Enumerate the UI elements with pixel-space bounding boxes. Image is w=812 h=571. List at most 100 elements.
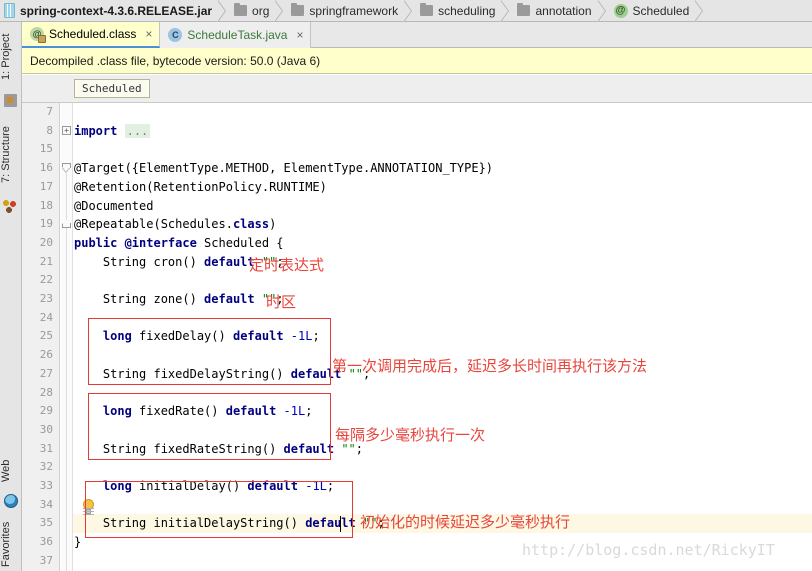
code-line: } — [74, 535, 82, 550]
code-text-area[interactable]: import ... @Target({ElementType.METHOD, … — [74, 103, 812, 571]
line-number: 22 — [39, 273, 53, 287]
folder-icon — [420, 3, 434, 16]
breadcrumb-label: spring-context-4.3.6.RELEASE.jar — [20, 3, 213, 18]
line-number: 20 — [39, 235, 53, 249]
sidebar-item-project[interactable]: 1: Project — [0, 26, 22, 88]
annotation-icon: @ — [613, 3, 628, 18]
breadcrumb-separator-icon — [596, 0, 608, 22]
code-line: long initialDelay() default -1L; — [102, 479, 335, 493]
folder-icon — [517, 3, 531, 16]
code-line: @Repeatable(Schedules.class) — [74, 217, 277, 232]
web-icon[interactable] — [4, 494, 18, 508]
fold-region-line — [66, 172, 67, 220]
folder-icon — [291, 3, 305, 16]
tab-scheduled-class[interactable]: @ Scheduled.class × — [22, 22, 161, 48]
code-line: import ... — [74, 123, 151, 138]
fold-end-icon[interactable] — [62, 219, 71, 228]
breadcrumb-separator-icon — [499, 0, 511, 22]
sidebar-item-favorites[interactable]: Favorites — [0, 514, 22, 571]
code-line: @Target({ElementType.METHOD, ElementType… — [74, 161, 494, 176]
line-number: 19 — [39, 217, 53, 231]
fixed-rate-note: 每隔多少毫秒执行一次 — [335, 426, 486, 444]
line-number: 26 — [39, 348, 53, 362]
watermark-text: http://blog.csdn.net/RickyIT — [522, 541, 775, 559]
close-icon[interactable]: × — [296, 28, 303, 42]
breadcrumb-label: scheduling — [438, 3, 496, 18]
folder-icon — [234, 3, 248, 16]
fixed-delay-note: 第一次调用完成后，延迟多长时间再执行该方法 — [332, 357, 648, 375]
breadcrumb-item-scheduling[interactable]: scheduling — [416, 0, 513, 22]
line-number: 37 — [39, 553, 53, 567]
breadcrumb-item-org[interactable]: org — [230, 0, 287, 22]
editor-breadcrumb-row: Scheduled — [22, 75, 812, 103]
editor-tab-bar: @ Scheduled.class × C ScheduleTask.java … — [22, 22, 812, 48]
breadcrumb-separator-icon — [693, 0, 705, 22]
code-line: long fixedDelay() default -1L; — [102, 329, 320, 344]
breadcrumb-label: Scheduled — [632, 3, 690, 18]
cron-note: 定时表达式 — [249, 256, 325, 274]
line-number: 16 — [39, 161, 53, 175]
gutter-marks-icon — [83, 508, 94, 515]
breadcrumb-item-scheduled[interactable]: @ Scheduled — [610, 0, 708, 22]
code-line: public @interface Scheduled { — [74, 235, 284, 250]
decompiled-notification-bar: Decompiled .class file, bytecode version… — [22, 48, 812, 74]
code-line: String fixedRateString() default ""; — [74, 441, 364, 456]
line-number: 8 — [46, 123, 53, 137]
line-number: 34 — [39, 497, 53, 511]
line-number: 28 — [39, 385, 53, 399]
left-tool-strip: 1: Project 7: Structure Web Favorites — [0, 22, 22, 571]
line-number: 35 — [39, 516, 53, 530]
breadcrumb-separator-icon — [216, 0, 228, 22]
line-number: 29 — [39, 404, 53, 418]
line-number: 33 — [39, 479, 53, 492]
code-folding-strip[interactable]: + — [61, 103, 73, 571]
fold-expand-icon[interactable]: + — [62, 126, 71, 135]
breadcrumb-label: org — [252, 3, 270, 18]
code-line: String initialDelayString() default ""; — [74, 516, 385, 531]
tab-label: ScheduleTask.java — [187, 28, 288, 42]
line-number: 30 — [39, 422, 53, 436]
breadcrumb-item-annotation[interactable]: annotation — [513, 0, 609, 22]
breadcrumb-item-jar[interactable]: spring-context-4.3.6.RELEASE.jar — [0, 0, 230, 22]
code-line: @Retention(RetentionPolicy.RUNTIME) — [74, 179, 327, 194]
fold-region-line-2 — [66, 228, 67, 571]
class-annotation-icon: @ — [30, 27, 46, 43]
breadcrumb-separator-icon — [273, 0, 285, 22]
module-icon[interactable] — [4, 94, 17, 107]
line-number: 23 — [39, 292, 53, 305]
tab-scheduletask-java[interactable]: C ScheduleTask.java × — [160, 22, 312, 48]
line-number: 36 — [39, 535, 53, 549]
structure-icon[interactable] — [3, 200, 18, 215]
breadcrumb-item-springframework[interactable]: springframework — [287, 0, 416, 22]
jar-icon — [4, 3, 15, 18]
line-number-gutter: 7 8 15 16 17 18 19 20 21 22 23 24 25 26 … — [22, 103, 60, 571]
zone-note: 时区 — [266, 293, 297, 311]
breadcrumb: spring-context-4.3.6.RELEASE.jar org spr… — [0, 0, 812, 22]
breadcrumb-separator-icon — [402, 0, 414, 22]
code-line: @Documented — [74, 198, 154, 213]
line-number: 15 — [39, 142, 53, 156]
line-number: 7 — [46, 105, 53, 118]
fold-collapse-icon[interactable] — [62, 163, 71, 172]
line-number: 31 — [39, 441, 53, 455]
line-number: 17 — [39, 179, 53, 193]
java-class-icon: C — [168, 28, 183, 42]
line-number: 24 — [39, 310, 53, 324]
text-caret — [340, 516, 341, 532]
code-line: String fixedDelayString() default ""; — [74, 366, 371, 381]
notification-text: Decompiled .class file, bytecode version… — [30, 53, 321, 68]
editor-breadcrumb-chip[interactable]: Scheduled — [74, 79, 150, 98]
close-icon[interactable]: × — [145, 27, 152, 41]
breadcrumb-label: springframework — [309, 3, 399, 18]
code-line: String zone() default ""; — [74, 292, 284, 306]
sidebar-item-structure[interactable]: 7: Structure — [0, 116, 22, 194]
line-number: 32 — [39, 460, 53, 474]
line-number: 25 — [39, 329, 53, 343]
line-number: 18 — [39, 198, 53, 212]
code-line: long fixedRate() default -1L; — [102, 404, 313, 419]
code-editor[interactable]: 7 8 15 16 17 18 19 20 21 22 23 24 25 26 … — [22, 103, 812, 571]
line-number: 21 — [39, 254, 53, 268]
sidebar-item-web[interactable]: Web — [0, 454, 22, 488]
initial-delay-note: 初始化的时候延迟多少毫秒执行 — [360, 513, 571, 531]
line-number: 27 — [39, 366, 53, 380]
